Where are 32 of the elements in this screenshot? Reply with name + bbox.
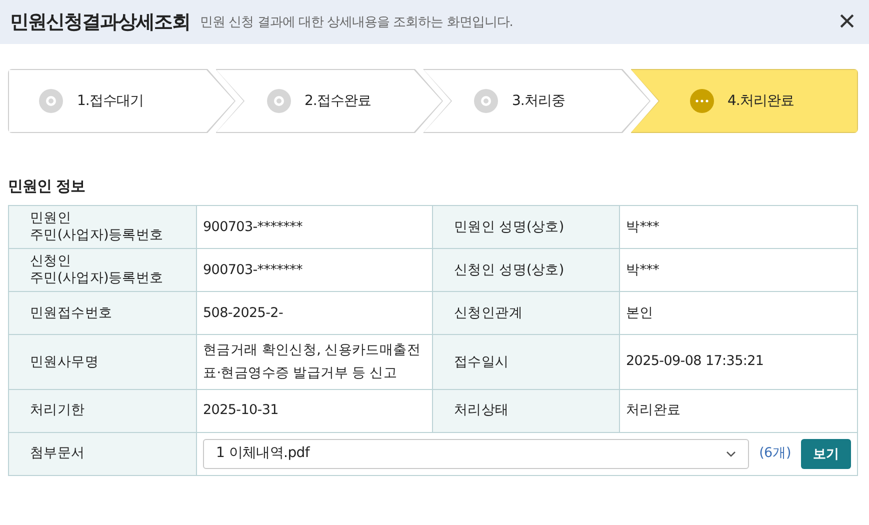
step-label: 3.처리중 [512, 92, 565, 110]
step-label: 1.접수대기 [77, 92, 144, 110]
page-title: 민원신청결과상세조회 [10, 10, 190, 35]
label-cell: 접수일시 [433, 335, 620, 390]
label-cell: 첨부문서 [9, 432, 197, 476]
chevron-down-icon [726, 450, 736, 457]
value-cell: 처리완료 [620, 390, 858, 433]
value-cell: 박*** [620, 206, 858, 249]
label-cell: 민원접수번호 [9, 292, 197, 335]
ring-icon [266, 89, 290, 113]
section-title: 민원인 정보 [8, 177, 86, 196]
close-button[interactable]: × [829, 4, 865, 40]
value-cell: 본인 [620, 292, 858, 335]
view-button[interactable]: 보기 [801, 438, 851, 469]
label-cell: 처리상태 [433, 390, 620, 433]
label-cell: 민원인 성명(상호) [433, 206, 620, 249]
file-dropdown[interactable]: 1 이체내역.pdf [203, 438, 750, 469]
ring-icon [474, 89, 498, 113]
label-cell: 신청인 주민(사업자)등록번호 [9, 249, 197, 292]
value-cell: 박*** [620, 249, 858, 292]
label-cell: 신청인 성명(상호) [433, 249, 620, 292]
label-cell: 민원사무명 [9, 335, 197, 390]
file-count: (6개) [759, 444, 791, 464]
ring-icon [39, 89, 63, 113]
step-label: 2.접수완료 [304, 92, 371, 110]
label-cell: 민원인 주민(사업자)등록번호 [9, 206, 197, 249]
value-cell: 2025-09-08 17:35:21 [620, 335, 858, 390]
ellipsis-icon [690, 89, 714, 113]
label-cell: 신청인관계 [433, 292, 620, 335]
page-description: 민원 신청 결과에 대한 상세내용을 조회하는 화면입니다. [200, 14, 513, 31]
step-label: 4.처리완료 [728, 92, 794, 110]
label-cell: 처리기한 [9, 390, 197, 433]
